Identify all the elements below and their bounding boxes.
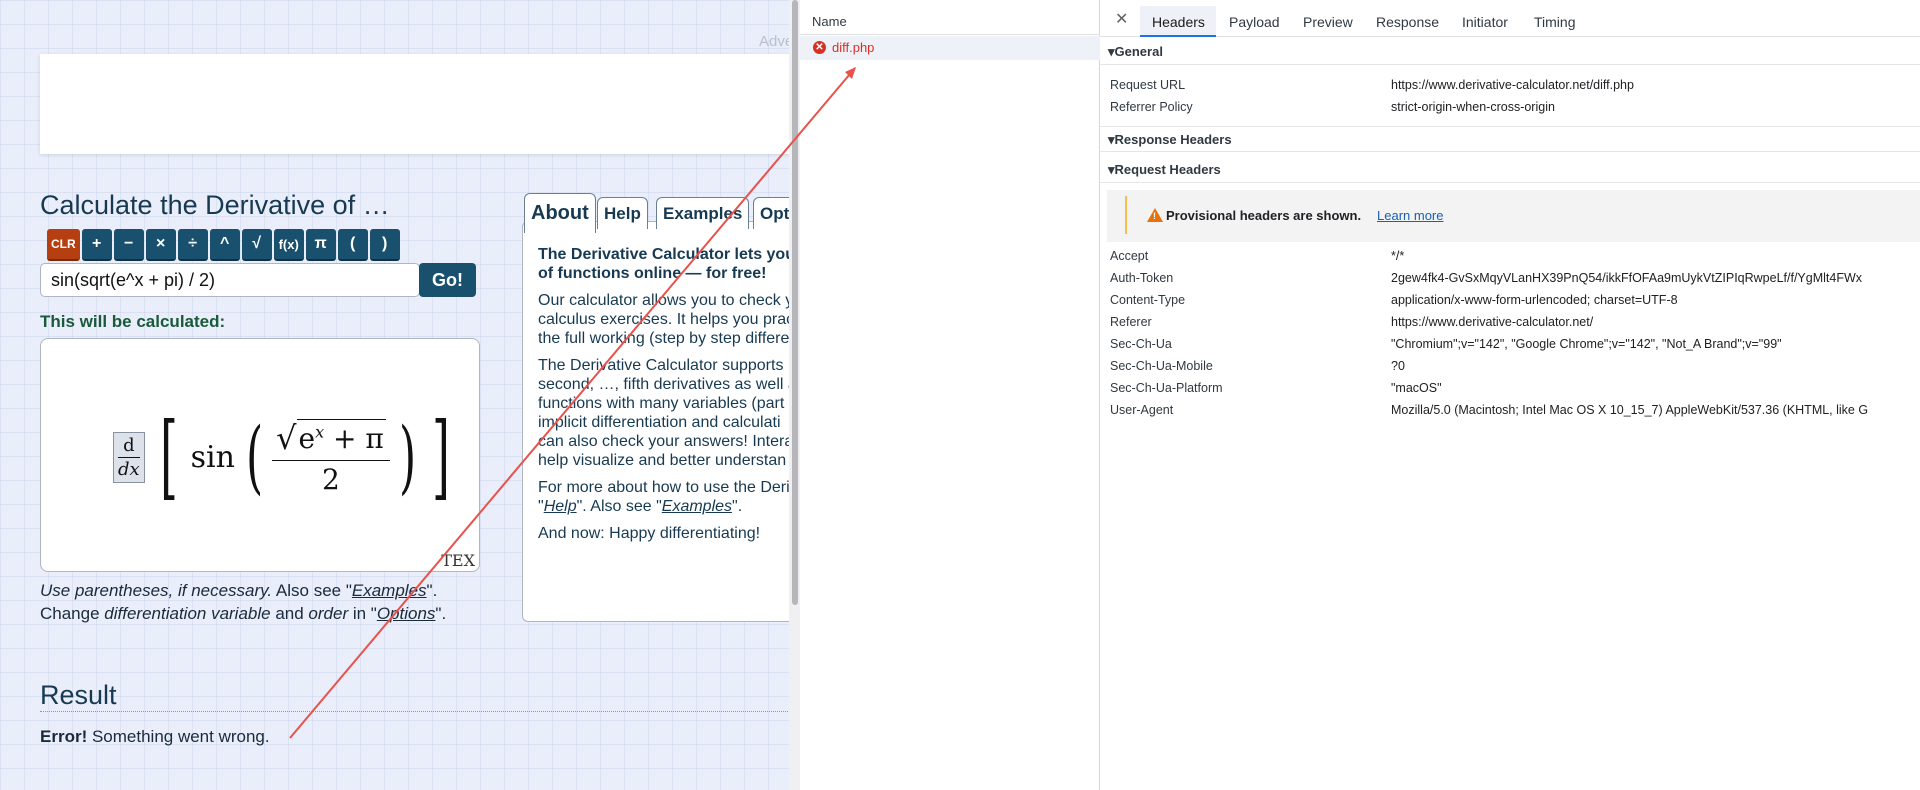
- pi-key[interactable]: π: [305, 229, 336, 261]
- fraction: √ ex + π 2: [270, 418, 392, 496]
- scrollbar-thumb[interactable]: [792, 0, 798, 605]
- header-value: */*: [1391, 249, 1405, 263]
- warning-bar: [1125, 196, 1127, 234]
- learn-more-link[interactable]: Learn more: [1377, 208, 1443, 223]
- ad-banner[interactable]: [40, 54, 800, 154]
- plus-key[interactable]: +: [81, 229, 112, 261]
- d-numerator: d: [123, 434, 135, 456]
- header-value: https://www.derivative-calculator.net/di…: [1391, 78, 1634, 92]
- header-key: Sec-Ch-Ua: [1110, 337, 1172, 351]
- header-value: application/x-www-form-urlencoded; chars…: [1391, 293, 1678, 307]
- parentheses-note: Use parentheses, if necessary. Also see …: [40, 581, 438, 600]
- error-icon: ✕: [813, 41, 826, 54]
- help-link[interactable]: Help: [544, 498, 577, 515]
- left-paren: (: [245, 410, 264, 503]
- header-key: Auth-Token: [1110, 271, 1174, 285]
- denominator: 2: [322, 462, 340, 496]
- header-key: Sec-Ch-Ua-Mobile: [1110, 359, 1213, 373]
- header-value: Mozilla/5.0 (Macintosh; Intel Mac OS X 1…: [1391, 403, 1869, 417]
- function-key[interactable]: f(x): [273, 229, 304, 261]
- header-key: Accept: [1110, 249, 1149, 263]
- math-keyboard: CLR + − × ÷ ^ √ f(x) π ( ): [47, 229, 400, 261]
- error-message: Error! Something went wrong.: [40, 727, 270, 746]
- expression-input[interactable]: [40, 263, 420, 297]
- header-key: Referer: [1110, 315, 1152, 329]
- detail-tabs-bar: [1100, 0, 1920, 37]
- options-link[interactable]: Options: [377, 604, 436, 623]
- tab-timing[interactable]: Timing: [1534, 14, 1576, 30]
- tab-help[interactable]: Help: [597, 197, 648, 229]
- header-key: Request URL: [1110, 78, 1186, 92]
- header-value: ?0: [1391, 359, 1405, 373]
- tab-response[interactable]: Response: [1376, 14, 1439, 30]
- tex-button[interactable]: TEX: [441, 551, 475, 570]
- close-icon[interactable]: ✕: [1115, 9, 1128, 29]
- divide-key[interactable]: ÷: [177, 229, 208, 261]
- warning-text: Provisional headers are shown.: [1166, 208, 1362, 223]
- open-paren-key[interactable]: (: [337, 229, 368, 261]
- request-list: [800, 0, 1100, 790]
- tab-initiator[interactable]: Initiator: [1462, 14, 1508, 30]
- response-headers-section[interactable]: ▾Response Headers: [1100, 126, 1920, 152]
- sqrt-key[interactable]: √: [241, 229, 272, 261]
- request-headers-section[interactable]: ▾Request Headers: [1100, 157, 1920, 183]
- calculator-title: Calculate the Derivative of …: [40, 190, 390, 220]
- clear-key[interactable]: CLR: [47, 229, 80, 261]
- calculated-label: This will be calculated:: [40, 312, 226, 331]
- radicand: ex + π: [296, 418, 386, 455]
- header-value: https://www.derivative-calculator.net/: [1391, 315, 1594, 329]
- screenshot-root: Adve Calculate the Derivative of … CLR +…: [0, 0, 1920, 790]
- close-paren-key[interactable]: ): [369, 229, 400, 261]
- header-value: 2gew4fk4-GvSxMqyVLanHX39PnQ54/ikkFfOFAa9…: [1391, 271, 1863, 285]
- sqrt-symbol: √: [276, 418, 297, 457]
- devtools-panel: Name ✕ diff.php ✕ Headers Payload Previe…: [800, 0, 1920, 790]
- left-bracket: [: [159, 403, 178, 510]
- examples-link[interactable]: Examples: [352, 581, 427, 600]
- tab-preview[interactable]: Preview: [1303, 14, 1353, 30]
- multiply-key[interactable]: ×: [145, 229, 176, 261]
- header-divider: [800, 34, 1100, 35]
- warning-icon: !: [1147, 208, 1163, 222]
- right-paren: ): [398, 410, 416, 503]
- power-key[interactable]: ^: [209, 229, 240, 261]
- tab-examples[interactable]: Examples: [656, 197, 750, 229]
- examples-link-2[interactable]: Examples: [662, 498, 732, 515]
- dx-denominator: dx: [118, 458, 140, 480]
- info-text: The Derivative Calculator lets you c of f…: [538, 246, 798, 542]
- general-section-header[interactable]: ▾General: [1100, 39, 1920, 65]
- name-column-header[interactable]: Name: [812, 14, 847, 29]
- tab-payload[interactable]: Payload: [1229, 14, 1280, 30]
- header-key: Content-Type: [1110, 293, 1186, 307]
- header-value: strict-origin-when-cross-origin: [1391, 100, 1555, 114]
- header-value: "macOS": [1391, 381, 1442, 395]
- derivative-operator: d dx: [113, 431, 145, 483]
- sin-function: sin: [190, 439, 235, 475]
- formula-preview: d dx [ sin ( √ ex + π 2 ) ] TEX: [40, 338, 480, 572]
- header-key: Sec-Ch-Ua-Platform: [1110, 381, 1223, 395]
- header-value: "Chromium";v="142", "Google Chrome";v="1…: [1391, 337, 1782, 351]
- result-divider: [40, 711, 800, 712]
- result-heading: Result: [40, 680, 117, 710]
- options-note: Change differentiation variable and orde…: [40, 604, 447, 623]
- calculator-page: Adve Calculate the Derivative of … CLR +…: [0, 0, 800, 790]
- minus-key[interactable]: −: [113, 229, 144, 261]
- go-button[interactable]: Go!: [419, 263, 476, 297]
- tab-about[interactable]: About: [524, 193, 596, 233]
- header-key: User-Agent: [1110, 403, 1174, 417]
- rendered-formula: d dx [ sin ( √ ex + π 2 ) ]: [113, 411, 459, 503]
- header-key: Referrer Policy: [1110, 100, 1193, 114]
- tab-headers[interactable]: Headers: [1152, 14, 1205, 30]
- request-name[interactable]: diff.php: [832, 40, 874, 55]
- active-tab-underline: [1140, 35, 1216, 37]
- right-bracket: ]: [431, 403, 450, 510]
